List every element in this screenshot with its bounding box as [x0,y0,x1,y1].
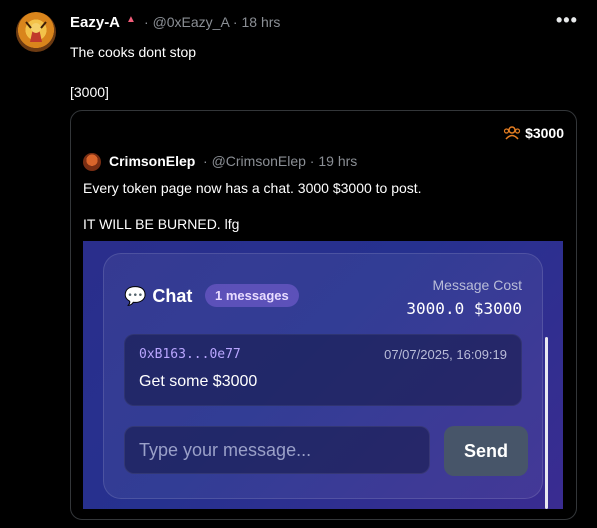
quote-author-meta: · @CrimsonElep · 19 hrs [203,153,358,169]
chat-title-label: Chat [152,286,193,306]
author-handle[interactable]: @0xEazy_A [153,14,229,30]
message-timestamp: 07/07/2025, 16:09:19 [384,347,507,362]
send-button[interactable]: Send [444,426,528,476]
post-time[interactable]: 18 hrs [242,14,281,30]
more-dots-icon[interactable]: ••• [556,10,578,31]
avatar-art-icon [25,21,47,42]
post-text-line-2: [3000] [70,84,109,100]
message-count-badge: 1 messages [205,284,299,307]
quoted-post[interactable]: $3000 CrimsonElep · @CrimsonElep · 19 hr… [70,110,577,520]
post-text-line-1: The cooks dont stop [70,44,197,60]
chat-bubble-icon: 💬 [124,286,147,306]
message-cost-value: 3000.0 $3000 [406,299,522,318]
group-icon [503,126,521,140]
quote-author-avatar[interactable] [83,153,101,171]
author-meta: · @0xEazy_A · 18 hrs [144,14,281,30]
quote-time[interactable]: 19 hrs [318,153,357,169]
token-price-badge[interactable]: $3000 [503,125,564,141]
message-cost-label: Message Cost [432,277,522,293]
token-price: $3000 [525,125,564,141]
chat-panel: 💬 Chat 1 messages Message Cost 3000.0 $3… [103,253,543,499]
chat-title: 💬 Chat [124,286,192,307]
chat-scrollbar[interactable] [545,337,548,509]
chat-message: 0xB163...0e77 07/07/2025, 16:09:19 Get s… [124,334,522,406]
quote-text-line-2: IT WILL BE BURNED. lfg [83,216,240,232]
message-input[interactable] [124,426,430,474]
verified-badge-icon: ▲ [126,14,136,25]
message-body: Get some $3000 [139,373,258,390]
message-sender-address: 0xB163...0e77 [139,347,241,362]
quote-author-handle[interactable]: @CrimsonElep [212,153,306,169]
author-name[interactable]: Eazy-A [70,14,120,31]
author-avatar[interactable] [16,12,56,52]
chat-screenshot[interactable]: 💬 Chat 1 messages Message Cost 3000.0 $3… [83,241,563,509]
quote-text-line-1: Every token page now has a chat. 3000 $3… [83,180,422,196]
quote-author-name[interactable]: CrimsonElep [109,153,195,169]
